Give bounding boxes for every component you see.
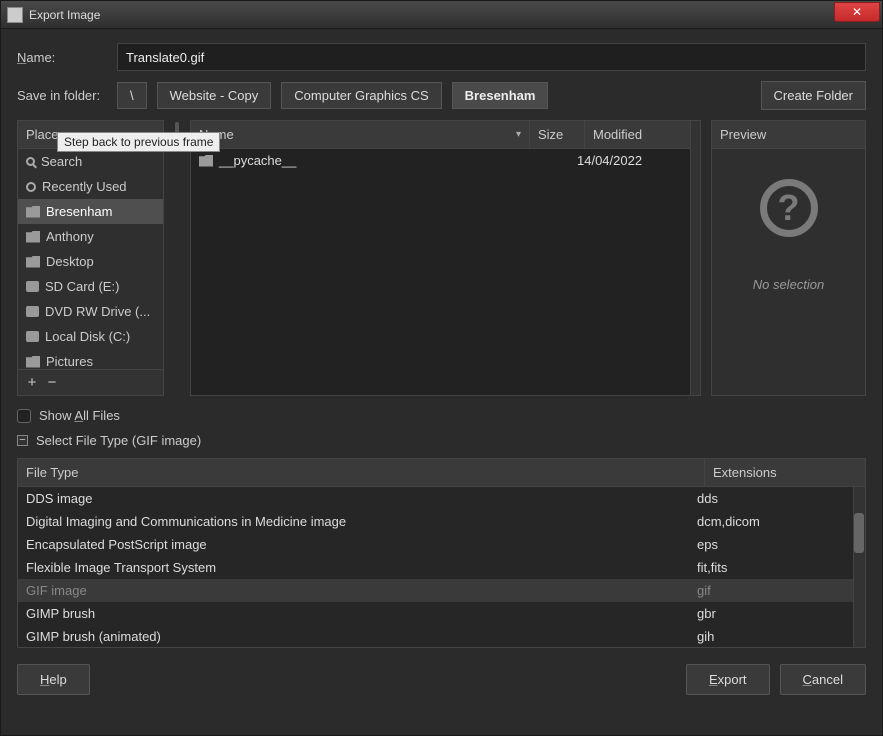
filetype-pane: File Type Extensions DDS imagedds Digita… [17,458,866,648]
create-folder-button[interactable]: Create Folder [761,81,866,110]
folder-icon [26,356,40,368]
clock-icon [26,182,36,192]
scrollbar-thumb[interactable] [854,513,864,553]
column-name[interactable]: Name▾ [191,121,530,148]
places-item-dvd[interactable]: DVD RW Drive (... [18,299,163,324]
places-item-desktop[interactable]: Desktop [18,249,163,274]
filetype-row[interactable]: Encapsulated PostScript imageeps [18,533,865,556]
show-all-checkbox[interactable] [17,409,31,423]
files-pane: Name▾ Size Modified __pycache__ 14/04/20… [190,120,701,396]
select-filetype-label: Select File Type (GIF image) [36,433,201,448]
places-item-anthony[interactable]: Anthony [18,224,163,249]
folder-icon [199,155,213,167]
disk-icon [26,306,39,317]
add-place-button[interactable]: + [24,374,40,391]
places-item-bresenham[interactable]: Bresenham [18,199,163,224]
file-row[interactable]: __pycache__ 14/04/2022 [191,149,700,172]
filetype-row[interactable]: Digital Imaging and Communications in Me… [18,510,865,533]
places-item-recent[interactable]: Recently Used [18,174,163,199]
preview-pane: Preview ? No selection [711,120,866,396]
cancel-button[interactable]: Cancel [780,664,866,695]
window-title: Export Image [29,8,100,22]
places-item-search[interactable]: Search [18,149,163,174]
filetype-column-ext[interactable]: Extensions [705,459,865,486]
folder-icon [26,256,40,268]
preview-header: Preview [712,121,865,149]
help-button[interactable]: Help [17,664,90,695]
name-label: Name: [17,50,107,65]
breadcrumb-3[interactable]: Bresenham [452,82,549,109]
folder-icon [26,206,40,218]
search-icon [26,157,35,166]
folder-icon [26,231,40,243]
app-icon [7,7,23,23]
pane-divider[interactable] [174,120,180,396]
export-image-dialog: Export Image ✕ Name: Save in folder: \ W… [0,0,883,736]
export-button[interactable]: Export [686,664,770,695]
tooltip: Step back to previous frame [57,132,220,152]
column-modified[interactable]: Modified [585,121,700,148]
places-item-pictures[interactable]: Pictures [18,349,163,369]
filetype-row[interactable]: GIMP brush (animated)gih [18,625,865,647]
sort-caret-icon: ▾ [516,129,521,140]
titlebar[interactable]: Export Image ✕ [1,1,882,29]
filename-input[interactable] [117,43,866,71]
places-item-sdcard[interactable]: SD Card (E:) [18,274,163,299]
filetype-row[interactable]: DDS imagedds [18,487,865,510]
column-size[interactable]: Size [530,121,585,148]
save-in-label: Save in folder: [17,88,107,103]
scrollbar[interactable] [690,121,700,395]
disk-icon [26,281,39,292]
files-header: Name▾ Size Modified [191,121,700,149]
disk-icon [26,331,39,342]
show-all-label: Show All Files [39,408,120,423]
breadcrumb-1[interactable]: Website - Copy [157,82,272,109]
select-filetype-expander[interactable]: − Select File Type (GIF image) [17,433,866,448]
remove-place-button[interactable]: − [44,374,60,391]
breadcrumb-root[interactable]: \ [117,82,147,109]
scrollbar[interactable] [853,487,865,647]
places-list: Search Recently Used Bresenham Anthony D… [18,149,163,369]
filetype-row[interactable]: Flexible Image Transport Systemfit,fits [18,556,865,579]
places-pane: Places Search Recently Used Bresenham An… [17,120,164,396]
close-button[interactable]: ✕ [834,2,880,22]
collapse-icon: − [17,435,28,446]
filetype-row-selected[interactable]: GIF imagegif [18,579,865,602]
question-icon: ? [760,179,818,237]
filetype-column-name[interactable]: File Type [18,459,705,486]
breadcrumb-2[interactable]: Computer Graphics CS [281,82,441,109]
filetype-row[interactable]: GIMP brushgbr [18,602,865,625]
places-item-localdisk[interactable]: Local Disk (C:) [18,324,163,349]
no-selection-text: No selection [753,277,825,292]
